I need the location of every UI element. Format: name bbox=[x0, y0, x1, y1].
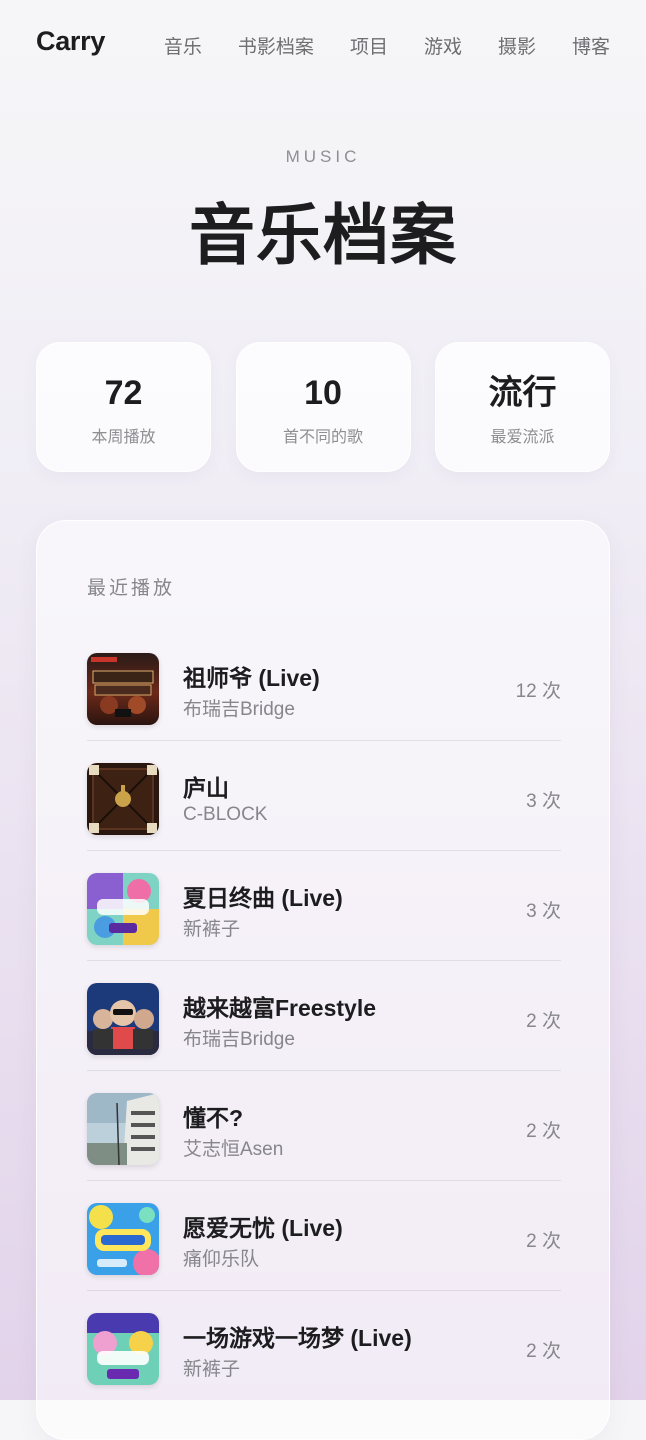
track-play-count: 2 次 bbox=[526, 1011, 561, 1032]
nav-link-projects[interactable]: 项目 bbox=[350, 32, 388, 59]
brand-logo[interactable]: Carry bbox=[36, 26, 105, 57]
stat-label: 本周播放 bbox=[91, 429, 156, 446]
track-artist: C-BLOCK bbox=[183, 804, 268, 825]
track-play-count: 2 次 bbox=[526, 1341, 561, 1362]
track-row[interactable]: 一场游戏一场梦 (Live) 新裤子 2 次 bbox=[87, 1291, 561, 1400]
track-row[interactable]: 愿爱无忧 (Live) 痛仰乐队 2 次 bbox=[87, 1181, 561, 1291]
cover-dark-wood-image bbox=[87, 763, 159, 835]
track-artist: 艾志恒Asen bbox=[183, 1139, 284, 1160]
recent-plays-title: 最近播放 bbox=[87, 578, 176, 599]
nav-link-blog[interactable]: 博客 bbox=[572, 32, 610, 59]
stat-card-unique-songs: 10 首不同的歌 bbox=[235, 342, 411, 472]
stat-card-favorite-genre: 流行 最爱流派 bbox=[435, 342, 610, 472]
nav-link-photography[interactable]: 摄影 bbox=[498, 32, 536, 59]
track-artist: 新裤子 bbox=[183, 919, 241, 940]
album-cover bbox=[87, 983, 159, 1055]
track-artist: 痛仰乐队 bbox=[183, 1249, 260, 1270]
track-play-count: 3 次 bbox=[526, 901, 561, 922]
track-name: 一场游戏一场梦 (Live) bbox=[183, 1325, 412, 1351]
track-play-count: 3 次 bbox=[526, 791, 561, 812]
album-cover bbox=[87, 1313, 159, 1385]
track-row[interactable]: 庐山 C-BLOCK 3 次 bbox=[87, 741, 561, 851]
stat-label: 首不同的歌 bbox=[282, 429, 363, 446]
page-title: 音乐档案 bbox=[189, 198, 457, 272]
album-cover bbox=[87, 873, 159, 945]
nav-link-books-films[interactable]: 书影档案 bbox=[238, 32, 314, 59]
nav-link-music[interactable]: 音乐 bbox=[164, 32, 202, 59]
track-artist: 新裤子 bbox=[183, 1359, 241, 1380]
cover-summer-band-11-image bbox=[87, 873, 159, 945]
recent-plays-card: 最近播放 祖师爷 (Live) 布瑞吉Bridge 12 次 庐山 C-BLOC… bbox=[36, 520, 610, 1440]
nav-links: 音乐 书影档案 项目 游戏 摄影 博客 bbox=[164, 32, 610, 59]
track-play-count: 12 次 bbox=[515, 681, 561, 702]
stat-value: 10 bbox=[304, 374, 342, 412]
track-row[interactable]: 懂不? 艾志恒Asen 2 次 bbox=[87, 1071, 561, 1181]
track-name: 越来越富Freestyle bbox=[183, 995, 377, 1021]
track-name: 懂不? bbox=[183, 1105, 244, 1131]
track-name: 夏日终曲 (Live) bbox=[183, 885, 343, 911]
stat-card-weekly-plays: 72 本周播放 bbox=[36, 342, 211, 472]
track-artist: 布瑞吉Bridge bbox=[183, 699, 295, 720]
track-name: 愿爱无忧 (Live) bbox=[183, 1215, 343, 1241]
track-row[interactable]: 祖师爷 (Live) 布瑞吉Bridge 12 次 bbox=[87, 631, 561, 741]
cover-stage-show-image bbox=[87, 653, 159, 725]
album-cover bbox=[87, 653, 159, 725]
stat-value: 72 bbox=[104, 374, 143, 412]
track-name: 庐山 bbox=[183, 775, 229, 801]
track-list: 祖师爷 (Live) 布瑞吉Bridge 12 次 庐山 C-BLOCK 3 次… bbox=[87, 631, 561, 1400]
top-nav: Carry 音乐 书影档案 项目 游戏 摄影 博客 bbox=[0, 0, 646, 86]
album-cover bbox=[87, 763, 159, 835]
track-artist: 布瑞吉Bridge bbox=[183, 1029, 295, 1050]
track-row[interactable]: 夏日终曲 (Live) 新裤子 3 次 bbox=[87, 851, 561, 961]
track-row[interactable]: 越来越富Freestyle 布瑞吉Bridge 2 次 bbox=[87, 961, 561, 1071]
stat-value: 流行 bbox=[488, 374, 557, 412]
album-cover bbox=[87, 1203, 159, 1275]
track-play-count: 2 次 bbox=[526, 1121, 561, 1142]
section-eyebrow: MUSIC bbox=[285, 147, 361, 166]
cover-cartoon-trio-image bbox=[87, 983, 159, 1055]
track-play-count: 2 次 bbox=[526, 1231, 561, 1252]
cover-building-sky-image bbox=[87, 1093, 159, 1165]
track-name: 祖师爷 (Live) bbox=[183, 665, 320, 691]
cover-summer-band-blue-image bbox=[87, 1203, 159, 1275]
cover-summer-band-10-image bbox=[87, 1313, 159, 1385]
nav-link-games[interactable]: 游戏 bbox=[424, 32, 462, 59]
album-cover bbox=[87, 1093, 159, 1165]
stats-row: 72 本周播放 10 首不同的歌 流行 最爱流派 bbox=[36, 342, 610, 472]
stat-label: 最爱流派 bbox=[490, 429, 555, 446]
